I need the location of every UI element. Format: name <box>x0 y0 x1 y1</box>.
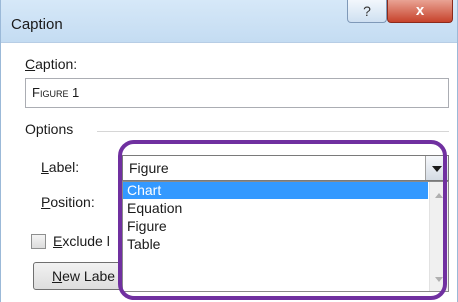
caption-label-text: aption: <box>35 56 78 72</box>
exclude-label-rest: xclude l <box>62 233 110 249</box>
title-bar: Caption ? x <box>1 0 457 43</box>
dialog-title: Caption <box>11 16 63 33</box>
position-field-label: Position: <box>41 194 95 210</box>
caption-input-value: Figure 1 <box>32 85 80 100</box>
exclude-label-text: Exclude l <box>53 233 110 249</box>
help-icon: ? <box>363 3 371 19</box>
caption-field-label: Caption: <box>25 56 77 72</box>
options-section-label: Options <box>25 121 74 137</box>
exclude-label-mnemonic: E <box>53 233 63 249</box>
close-icon: x <box>415 2 425 19</box>
help-button[interactable]: ? <box>347 0 387 23</box>
caption-label-mnemonic: C <box>25 56 36 72</box>
highlight-annotation <box>118 140 447 300</box>
label-label-text: abel: <box>48 159 80 175</box>
label-label-mnemonic: L <box>41 159 49 175</box>
options-divider <box>97 131 449 132</box>
position-label-mnemonic: P <box>41 194 51 210</box>
position-label-text: osition: <box>50 194 95 210</box>
new-label-mnemonic: N <box>52 268 63 284</box>
label-field-label: Label: <box>41 159 79 175</box>
exclude-label-checkbox[interactable] <box>31 234 46 249</box>
close-button[interactable]: x <box>387 0 453 23</box>
caption-dialog: Caption ? x Caption: Figure 1 Options La… <box>0 0 458 302</box>
new-label-text: ew Labe <box>62 268 116 284</box>
caption-input[interactable]: Figure 1 <box>25 78 449 108</box>
